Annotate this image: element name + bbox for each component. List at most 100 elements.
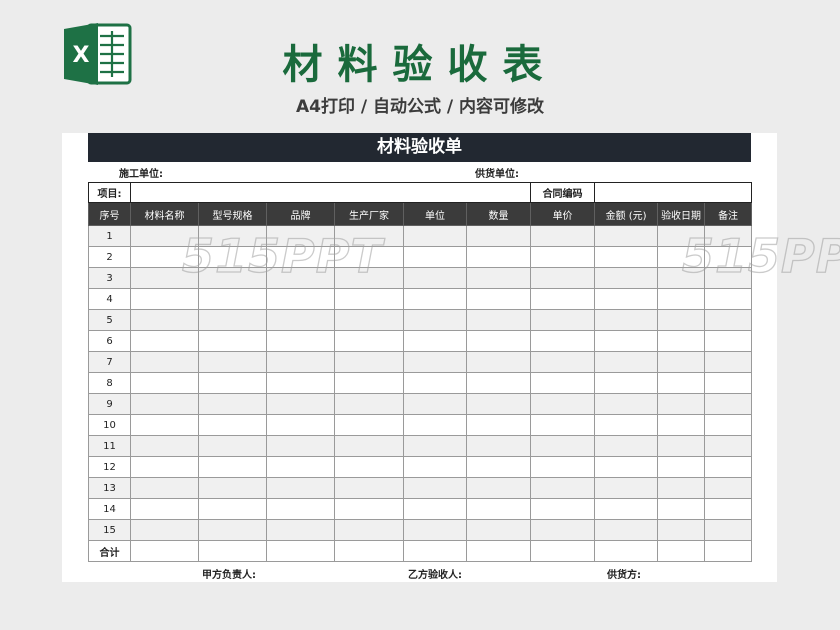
total-cell[interactable] — [198, 540, 267, 562]
table-cell[interactable] — [403, 435, 467, 457]
table-cell[interactable] — [130, 246, 199, 268]
table-cell[interactable] — [465, 498, 532, 520]
table-cell[interactable] — [130, 414, 199, 436]
table-cell[interactable] — [403, 225, 467, 247]
table-cell[interactable] — [704, 330, 753, 352]
table-cell[interactable] — [130, 498, 199, 520]
table-cell[interactable] — [266, 246, 335, 268]
table-cell[interactable] — [465, 309, 532, 331]
table-cell[interactable] — [530, 246, 596, 268]
table-cell[interactable] — [594, 351, 659, 373]
table-cell[interactable] — [594, 435, 659, 457]
total-cell[interactable] — [403, 540, 467, 562]
table-cell[interactable] — [130, 267, 199, 289]
table-cell[interactable] — [198, 309, 267, 331]
table-cell[interactable] — [594, 414, 659, 436]
table-cell[interactable] — [594, 519, 659, 541]
table-cell[interactable] — [403, 519, 467, 541]
table-cell[interactable] — [465, 267, 532, 289]
table-cell[interactable] — [198, 246, 267, 268]
table-cell[interactable] — [530, 330, 596, 352]
table-cell[interactable] — [403, 498, 467, 520]
table-cell[interactable] — [130, 393, 199, 415]
table-cell[interactable] — [465, 414, 532, 436]
table-cell[interactable] — [594, 372, 659, 394]
table-cell[interactable] — [465, 351, 532, 373]
table-cell[interactable] — [266, 435, 335, 457]
table-cell[interactable] — [334, 330, 404, 352]
table-cell[interactable] — [403, 330, 467, 352]
total-cell[interactable] — [530, 540, 596, 562]
total-cell[interactable] — [704, 540, 753, 562]
table-cell[interactable] — [657, 288, 706, 310]
table-cell[interactable] — [530, 456, 596, 478]
table-cell[interactable] — [198, 456, 267, 478]
table-cell[interactable] — [266, 414, 335, 436]
table-cell[interactable] — [530, 372, 596, 394]
table-cell[interactable] — [704, 246, 753, 268]
table-cell[interactable] — [704, 225, 753, 247]
table-cell[interactable] — [198, 393, 267, 415]
table-cell[interactable] — [594, 288, 659, 310]
table-cell[interactable] — [130, 309, 199, 331]
table-cell[interactable] — [266, 519, 335, 541]
table-cell[interactable] — [334, 309, 404, 331]
contract-no-value-cell[interactable] — [594, 182, 753, 203]
table-cell[interactable] — [657, 225, 706, 247]
table-cell[interactable] — [266, 477, 335, 499]
table-cell[interactable] — [198, 519, 267, 541]
table-cell[interactable] — [594, 393, 659, 415]
table-cell[interactable] — [266, 498, 335, 520]
table-cell[interactable] — [198, 435, 267, 457]
table-cell[interactable] — [334, 498, 404, 520]
table-cell[interactable] — [266, 456, 335, 478]
table-cell[interactable] — [198, 498, 267, 520]
table-cell[interactable] — [130, 435, 199, 457]
table-cell[interactable] — [403, 309, 467, 331]
table-cell[interactable] — [657, 351, 706, 373]
total-cell[interactable] — [465, 540, 532, 562]
table-cell[interactable] — [530, 519, 596, 541]
table-cell[interactable] — [403, 351, 467, 373]
table-cell[interactable] — [594, 477, 659, 499]
table-cell[interactable] — [594, 309, 659, 331]
table-cell[interactable] — [704, 372, 753, 394]
table-cell[interactable] — [530, 414, 596, 436]
table-cell[interactable] — [704, 414, 753, 436]
table-cell[interactable] — [594, 456, 659, 478]
table-cell[interactable] — [198, 225, 267, 247]
table-cell[interactable] — [403, 414, 467, 436]
table-cell[interactable] — [334, 519, 404, 541]
table-cell[interactable] — [704, 267, 753, 289]
table-cell[interactable] — [403, 246, 467, 268]
table-cell[interactable] — [334, 225, 404, 247]
table-cell[interactable] — [657, 477, 706, 499]
table-cell[interactable] — [334, 246, 404, 268]
table-cell[interactable] — [704, 288, 753, 310]
table-cell[interactable] — [130, 330, 199, 352]
table-cell[interactable] — [657, 498, 706, 520]
table-cell[interactable] — [266, 330, 335, 352]
table-cell[interactable] — [266, 288, 335, 310]
table-cell[interactable] — [657, 519, 706, 541]
table-cell[interactable] — [465, 477, 532, 499]
table-cell[interactable] — [530, 288, 596, 310]
total-cell[interactable] — [130, 540, 199, 562]
total-cell[interactable] — [594, 540, 659, 562]
table-cell[interactable] — [530, 267, 596, 289]
table-cell[interactable] — [657, 267, 706, 289]
table-cell[interactable] — [465, 393, 532, 415]
table-cell[interactable] — [198, 330, 267, 352]
table-cell[interactable] — [334, 456, 404, 478]
table-cell[interactable] — [465, 330, 532, 352]
table-cell[interactable] — [465, 435, 532, 457]
table-cell[interactable] — [704, 498, 753, 520]
table-cell[interactable] — [266, 351, 335, 373]
table-cell[interactable] — [130, 372, 199, 394]
table-cell[interactable] — [198, 267, 267, 289]
total-cell[interactable] — [266, 540, 335, 562]
table-cell[interactable] — [130, 351, 199, 373]
table-cell[interactable] — [198, 288, 267, 310]
project-value-cell[interactable] — [129, 182, 532, 203]
table-cell[interactable] — [465, 246, 532, 268]
